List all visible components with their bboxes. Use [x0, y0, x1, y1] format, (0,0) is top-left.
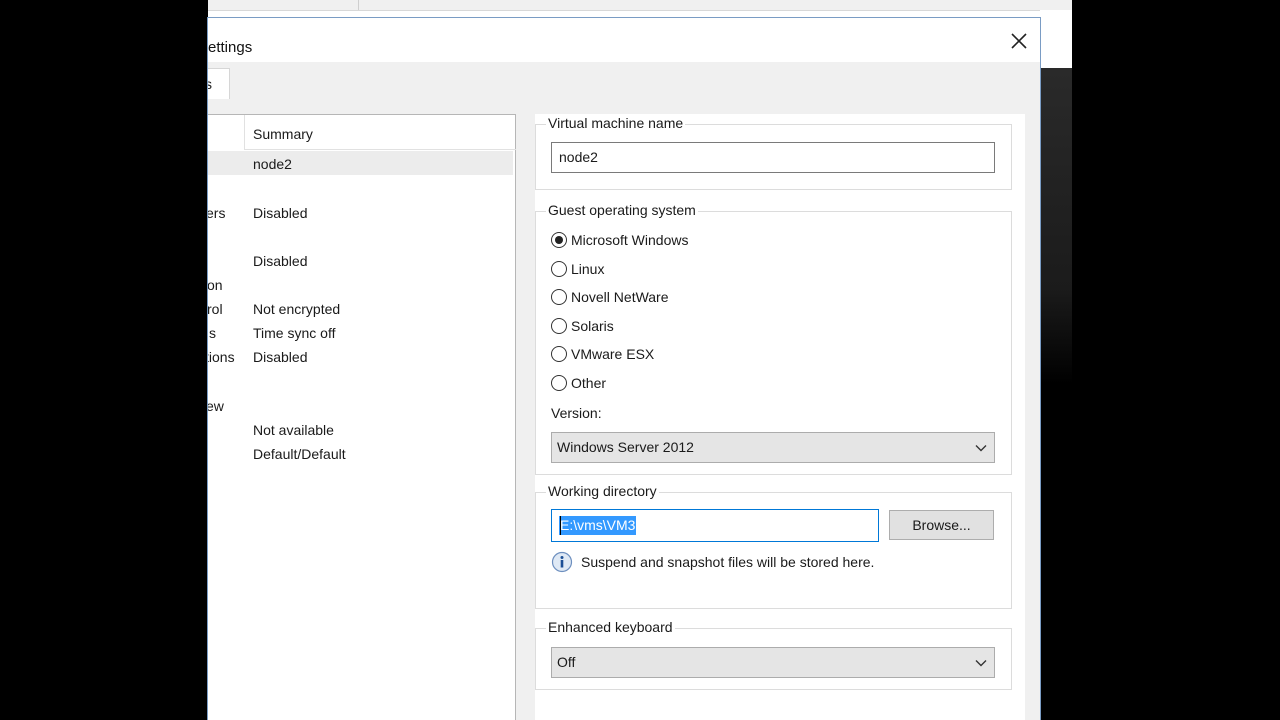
version-value: Windows Server 2012: [557, 439, 694, 455]
enhanced-keyboard-label: Enhanced keyboard: [546, 619, 675, 635]
summary-value[interactable]: Disabled: [253, 349, 307, 365]
radio-label: VMware ESX: [571, 346, 655, 362]
radio-solaris[interactable]: Solaris: [551, 315, 614, 337]
background-window-strip: [208, 0, 1072, 11]
summary-value[interactable]: Disabled: [253, 253, 307, 269]
working-directory-info-text: Suspend and snapshot files will be store…: [581, 554, 875, 570]
summary-value[interactable]: node2: [253, 156, 292, 172]
working-directory-label: Working directory: [546, 483, 659, 499]
chevron-down-icon: [975, 660, 987, 667]
summary-value[interactable]: Default/Default: [253, 446, 346, 462]
radio-novell-netware[interactable]: Novell NetWare: [551, 286, 669, 308]
radio-label: Novell NetWare: [571, 289, 669, 305]
radio-indicator: [551, 318, 567, 334]
option-key[interactable]: ers: [208, 205, 225, 221]
working-directory-input[interactable]: E:\vms\VM3: [551, 509, 879, 542]
radio-label: Solaris: [571, 318, 614, 334]
summary-column-header[interactable]: Summary: [244, 115, 516, 150]
settings-dialog: ettings s Summary node2 ers Disabled Dis…: [208, 18, 1040, 720]
radio-indicator-selected: [551, 232, 567, 248]
option-key[interactable]: rol: [208, 301, 223, 317]
summary-value[interactable]: Time sync off: [253, 325, 335, 341]
options-panel: Virtual machine name node2 Guest operati…: [535, 114, 1025, 720]
radio-vmware-esx[interactable]: VMware ESX: [551, 343, 654, 365]
summary-header-label: Summary: [253, 126, 313, 142]
version-label: Version:: [551, 405, 602, 421]
option-key[interactable]: on: [208, 277, 223, 293]
option-key[interactable]: tions: [208, 349, 235, 365]
summary-value[interactable]: Disabled: [253, 205, 307, 221]
radio-label: Other: [571, 375, 607, 391]
radio-label: Linux: [571, 261, 605, 277]
option-key[interactable]: ew: [208, 398, 224, 414]
enhanced-keyboard-value: Off: [557, 654, 576, 670]
radio-microsoft-windows[interactable]: Microsoft Windows: [551, 229, 688, 251]
radio-label: Microsoft Windows: [571, 232, 689, 248]
summary-value[interactable]: Not available: [253, 422, 334, 438]
enhanced-keyboard-group: Enhanced keyboard Off: [535, 619, 1012, 690]
hardware-options-list: Summary node2 ers Disabled Disabled on r…: [208, 114, 516, 720]
radio-other[interactable]: Other: [551, 372, 606, 394]
close-icon: [1011, 33, 1027, 49]
vm-name-group: Virtual machine name node2: [535, 115, 1012, 190]
close-button[interactable]: [1004, 26, 1034, 56]
guest-os-label: Guest operating system: [546, 202, 698, 218]
working-directory-group: Working directory E:\vms\VM3 Browse... S…: [535, 483, 1012, 609]
radio-indicator: [551, 261, 567, 277]
window-shadow: [1040, 68, 1072, 384]
working-directory-value: E:\vms\VM3: [559, 516, 637, 535]
radio-indicator: [551, 346, 567, 362]
guest-os-group: Guest operating system Microsoft Windows…: [535, 202, 1012, 475]
vm-name-label: Virtual machine name: [546, 115, 686, 131]
radio-linux[interactable]: Linux: [551, 258, 604, 280]
vm-name-input[interactable]: node2: [551, 142, 995, 173]
option-key[interactable]: s: [209, 325, 216, 341]
summary-value[interactable]: Not encrypted: [253, 301, 340, 317]
background-window-edge: [1040, 10, 1072, 68]
version-dropdown[interactable]: Windows Server 2012: [551, 432, 995, 463]
tab-options[interactable]: s: [208, 68, 230, 100]
dialog-title: ettings: [208, 39, 253, 56]
radio-indicator: [551, 289, 567, 305]
tab-strip: [208, 62, 1040, 99]
info-icon: [551, 551, 573, 573]
browse-button[interactable]: Browse...: [889, 510, 994, 540]
chevron-down-icon: [975, 445, 987, 452]
text-caret: [560, 516, 561, 535]
enhanced-keyboard-dropdown[interactable]: Off: [551, 647, 995, 678]
working-directory-info: Suspend and snapshot files will be store…: [551, 551, 874, 573]
radio-indicator: [551, 375, 567, 391]
